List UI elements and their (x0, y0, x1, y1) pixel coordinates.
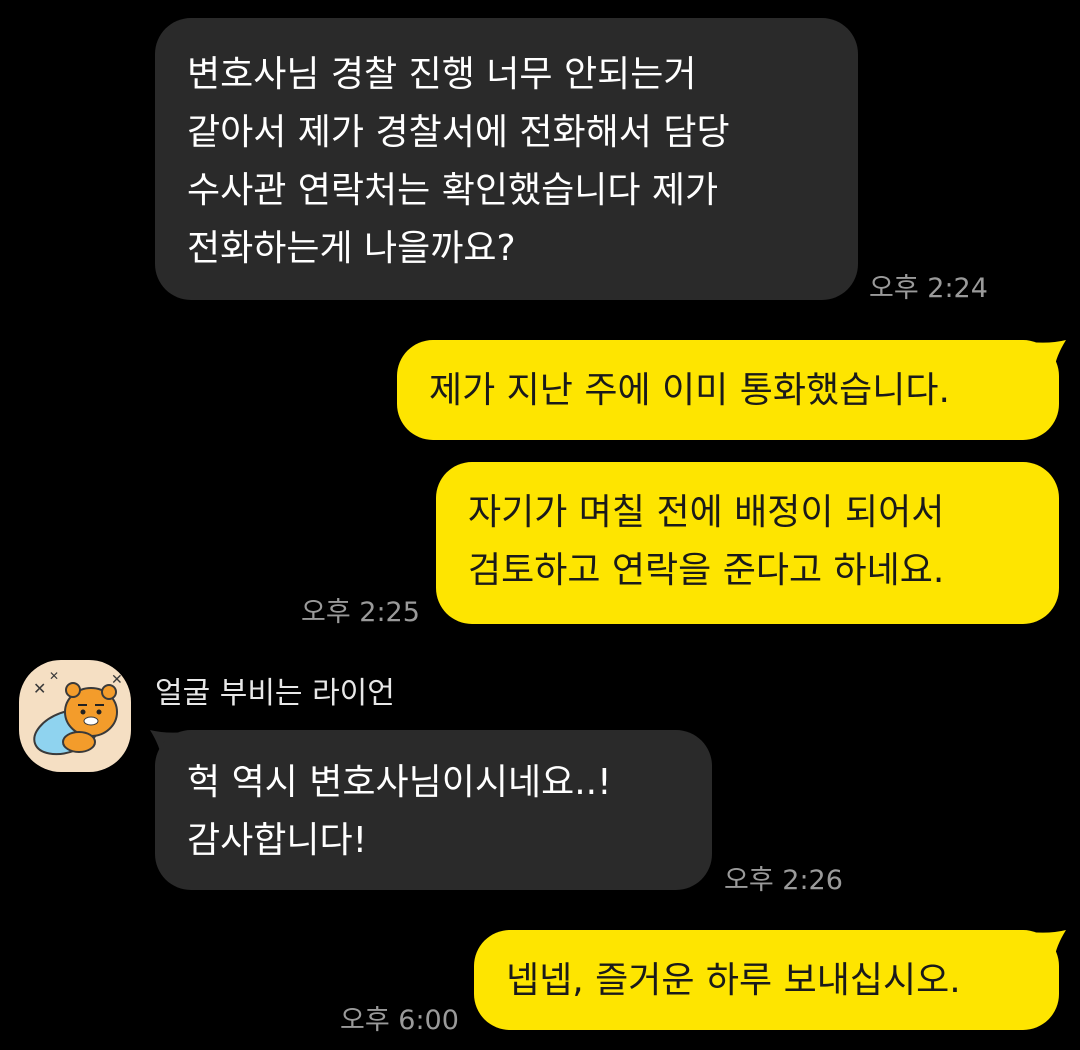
incoming-message-bubble[interactable]: 변호사님 경찰 진행 너무 안되는거 같아서 제가 경찰서에 전화해서 담당 수… (155, 18, 858, 300)
sender-name: 얼굴 부비는 라이언 (155, 676, 395, 711)
message-text-line: 넵넵, 즐거운 하루 보내십시오. (506, 960, 961, 1001)
message-timestamp: 오후 2:25 (301, 597, 420, 628)
chat-room: 변호사님 경찰 진행 너무 안되는거 같아서 제가 경찰서에 전화해서 담당 수… (0, 0, 1080, 1050)
outgoing-message-bubble[interactable]: 넵넵, 즐거운 하루 보내십시오. (474, 930, 1059, 1030)
svg-text:✕: ✕ (33, 679, 46, 698)
message-timestamp: 오후 2:26 (724, 865, 843, 896)
outgoing-message-bubble[interactable]: 자기가 며칠 전에 배정이 되어서 검토하고 연락을 준다고 하네요. (436, 462, 1059, 624)
message-timestamp: 오후 2:24 (869, 273, 988, 304)
message-text-line: 검토하고 연락을 준다고 하네요. (468, 550, 945, 591)
message-text-line: 헉 역시 변호사님이시네요..! (187, 762, 612, 803)
bubble-tail-icon (1030, 930, 1066, 960)
sender-avatar[interactable]: ✕ ✕ ✕ (19, 660, 131, 772)
message-timestamp: 오후 6:00 (340, 1005, 459, 1036)
incoming-message-bubble[interactable]: 헉 역시 변호사님이시네요..! 감사합니다! (155, 730, 712, 890)
message-text-line: 같아서 제가 경찰서에 전화해서 담당 (187, 112, 730, 153)
ryan-hugging-pillow-icon: ✕ ✕ ✕ (33, 669, 123, 756)
svg-text:✕: ✕ (49, 669, 59, 683)
message-text-line: 제가 지난 주에 이미 통화했습니다. (429, 370, 950, 411)
bubble-tail-icon (1030, 340, 1066, 370)
svg-text:✕: ✕ (111, 672, 123, 688)
message-text-line: 전화하는게 나을까요? (187, 228, 516, 269)
message-text-line: 변호사님 경찰 진행 너무 안되는거 (187, 54, 697, 95)
message-text-line: 수사관 연락처는 확인했습니다 제가 (187, 170, 719, 211)
message-text-line: 자기가 며칠 전에 배정이 되어서 (468, 492, 945, 533)
message-text-line: 감사합니다! (187, 820, 368, 861)
outgoing-message-bubble[interactable]: 제가 지난 주에 이미 통화했습니다. (397, 340, 1059, 440)
